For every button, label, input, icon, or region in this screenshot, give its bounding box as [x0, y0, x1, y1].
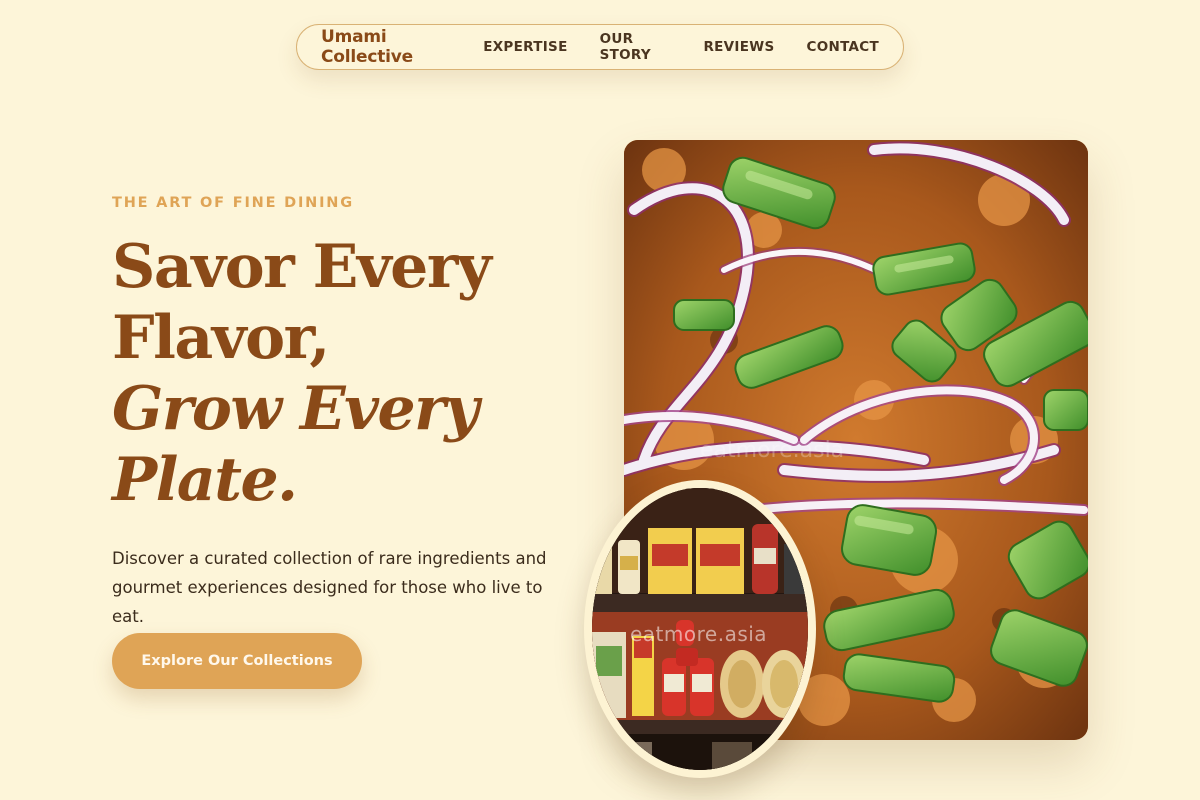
hero-headline: Savor Every Flavor, Grow Every Plate.	[112, 232, 582, 516]
pantry-shelf-image	[592, 488, 808, 770]
headline-line-2: Flavor,	[112, 303, 330, 373]
nav-link-reviews[interactable]: REVIEWS	[703, 39, 774, 55]
headline-line-3: Grow Every	[112, 374, 479, 444]
explore-collections-button[interactable]: Explore Our Collections	[112, 633, 362, 689]
top-navigation: Umami Collective EXPERTISE OUR STORY REV…	[296, 24, 904, 70]
nav-link-our-story[interactable]: OUR STORY	[600, 31, 672, 63]
shelf-illustration	[592, 488, 808, 770]
hero-eyebrow: THE ART OF FINE DINING	[112, 195, 354, 211]
headline-line-1: Savor Every	[112, 232, 492, 302]
nav-link-expertise[interactable]: EXPERTISE	[483, 39, 567, 55]
hero-description: Discover a curated collection of rare in…	[112, 549, 547, 626]
brand-logo-text[interactable]: Umami Collective	[321, 27, 451, 67]
nav-link-contact[interactable]: CONTACT	[806, 39, 879, 55]
headline-line-4: Plate.	[112, 445, 298, 515]
